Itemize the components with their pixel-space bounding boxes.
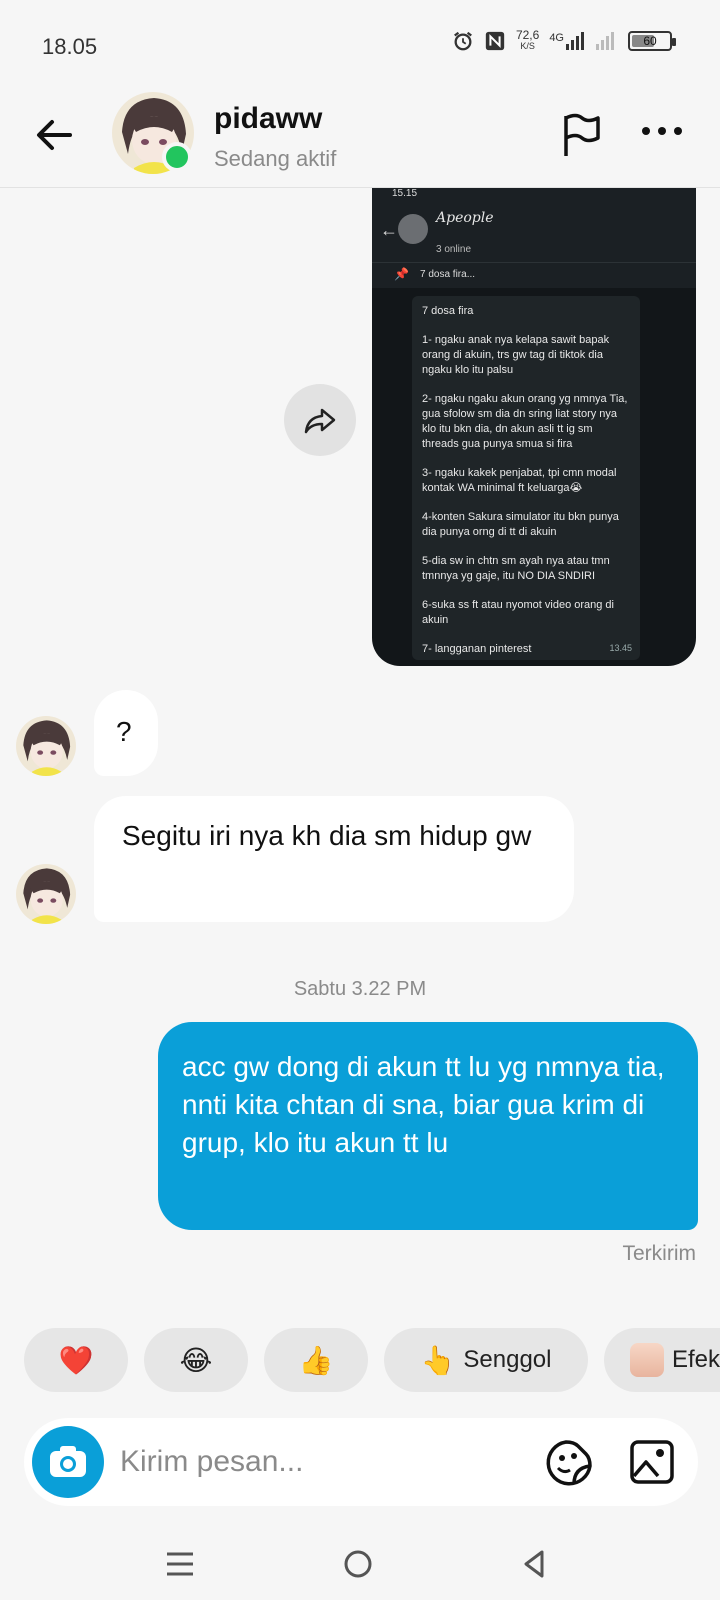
- screenshot-header: 15.15 ← Apeople 3 online 📌 7 dosa fira..…: [372, 188, 696, 288]
- contact-status: Sedang aktif: [214, 146, 337, 171]
- shared-screenshot[interactable]: 15.15 ← Apeople 3 online 📌 7 dosa fira..…: [372, 188, 696, 666]
- message-composer: [24, 1418, 698, 1506]
- alarm-icon: [454, 31, 472, 51]
- screenshot-line: 7- langganan pinterest: [422, 643, 532, 655]
- sender-avatar[interactable]: [16, 716, 76, 776]
- flag-icon[interactable]: [560, 110, 604, 158]
- quick-reactions: ❤️ 😂 👍 👆 Senggol Efek: [0, 1328, 720, 1392]
- signal-icon: [566, 32, 584, 50]
- camera-button[interactable]: [32, 1426, 104, 1498]
- speed-value: 72,6: [515, 28, 540, 42]
- screenshot-line: 3- ngaku kakek penjabat, tpi cmn modal k…: [422, 467, 617, 494]
- screenshot-message: 7 dosa fira 1- ngaku anak nya kelapa saw…: [412, 296, 640, 660]
- signal-weak-icon: [596, 32, 614, 50]
- nfc-icon: [485, 31, 505, 51]
- online-indicator: [162, 142, 192, 172]
- back-triangle-icon: [524, 1550, 544, 1578]
- system-nav-bar: [0, 1528, 720, 1600]
- screenshot-online-count: 3 online: [436, 244, 472, 255]
- heart-reaction-button[interactable]: ❤️: [24, 1328, 128, 1392]
- laugh-reaction-button[interactable]: 😂: [144, 1328, 248, 1392]
- heart-icon: ❤️: [58, 1344, 94, 1376]
- contact-name[interactable]: pidaww: [214, 102, 322, 136]
- screenshot-group-avatar: [398, 214, 428, 244]
- received-message[interactable]: Segitu iri nya kh dia sm hidup gw: [94, 796, 574, 922]
- pinned-text: 7 dosa fira...: [420, 269, 476, 280]
- status-icons: 72,6 K/S 4G 60: [452, 28, 676, 52]
- avatar-image: [16, 864, 76, 924]
- laugh-emoji-icon: 😂: [179, 1344, 213, 1376]
- back-arrow-icon[interactable]: [30, 110, 80, 160]
- back-button[interactable]: [510, 1540, 558, 1588]
- received-message[interactable]: ?: [94, 690, 158, 776]
- avatar-image: [16, 716, 76, 776]
- screenshot-line: 5-dia sw in chtn sm ayah nya atau tmn tm…: [422, 555, 610, 582]
- screenshot-line: 7 dosa fira: [422, 305, 474, 317]
- sender-avatar[interactable]: [16, 864, 76, 924]
- screenshot-time: 15.15: [392, 188, 418, 199]
- chat-header: pidaww Sedang aktif: [0, 92, 720, 188]
- forward-icon: [304, 408, 336, 434]
- screenshot-line: 6-suka ss ft atau nyomot video orang di …: [422, 599, 614, 626]
- sent-status: Terkirim: [622, 1242, 697, 1265]
- pin-icon: 📌: [394, 267, 409, 281]
- screenshot-back-icon: ←: [380, 220, 398, 240]
- network-speed: 72,6 K/S: [515, 28, 540, 52]
- screenshot-line: 4-konten Sakura simulator itu bkn punya …: [422, 511, 619, 538]
- screenshot-line: 2- ngaku ngaku akun orang yg nmnya Tia, …: [422, 393, 628, 450]
- sticker-icon[interactable]: [544, 1438, 594, 1488]
- thumbs-up-icon: 👍: [298, 1344, 334, 1376]
- screenshot-group-name: Apeople: [436, 210, 494, 226]
- thumbs-up-reaction-button[interactable]: 👍: [264, 1328, 368, 1392]
- menu-icon: [167, 1552, 193, 1576]
- effect-label: Efek: [672, 1346, 720, 1373]
- home-circle-icon: [344, 1550, 372, 1578]
- nudge-label: Senggol: [463, 1346, 552, 1373]
- recent-apps-button[interactable]: [156, 1540, 204, 1588]
- status-time: 18.05: [42, 34, 98, 59]
- screenshot-msg-time: 13.45: [609, 643, 632, 653]
- battery-level: 60: [643, 34, 657, 48]
- network-type: 4G: [549, 32, 564, 44]
- screenshot-line: 1- ngaku anak nya kelapa sawit bapak ora…: [422, 334, 610, 376]
- screenshot-pinned: 📌 7 dosa fira...: [372, 262, 696, 288]
- camera-icon: [50, 1446, 86, 1477]
- speed-unit: K/S: [520, 41, 535, 51]
- date-separator: Sabtu 3.22 PM: [293, 978, 427, 1000]
- home-button[interactable]: [334, 1540, 382, 1588]
- forward-button[interactable]: [284, 384, 356, 456]
- status-bar: 18.05 72,6 K/S 4G 60: [0, 0, 720, 92]
- pointing-hand-icon: 👆: [420, 1344, 456, 1376]
- effect-thumbnail-icon: [630, 1343, 664, 1377]
- message-input[interactable]: [120, 1438, 500, 1486]
- effect-button[interactable]: Efek: [604, 1328, 720, 1392]
- sent-message[interactable]: acc gw dong di akun tt lu yg nmnya tia, …: [158, 1022, 698, 1230]
- gallery-icon[interactable]: [628, 1438, 676, 1486]
- more-options-icon[interactable]: [640, 116, 684, 146]
- nudge-button[interactable]: 👆 Senggol: [384, 1328, 588, 1392]
- battery-icon: 60: [628, 31, 676, 51]
- signal-4g: 4G: [549, 32, 586, 50]
